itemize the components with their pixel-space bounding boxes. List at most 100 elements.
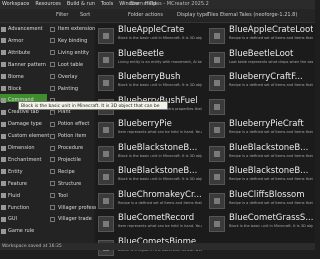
element-title: BlueberryCraftF... — [229, 72, 303, 82]
element-type-panel: Advancement Armor Attribute Banner pattern B… — [0, 23, 104, 243]
element-type-icon — [50, 26, 55, 32]
element-card[interactable] — [209, 96, 313, 118]
element-description: Living entity is an entity with movement… — [118, 59, 202, 64]
element-preview-icon — [209, 75, 225, 91]
element-type-item[interactable]: Function — [8, 204, 29, 212]
element-type-item[interactable]: Attribute — [8, 49, 30, 57]
element-type-item[interactable]: Fluid — [8, 192, 20, 200]
element-card[interactable]: BlueberryPie Item represents what can be … — [98, 119, 202, 141]
element-type-icon — [50, 74, 55, 80]
element-title: BlueBlackstoneB... — [229, 166, 309, 176]
element-type-icon — [1, 133, 6, 139]
element-type-icon — [1, 181, 6, 187]
element-description: Item represents what can be held in hand… — [118, 224, 202, 228]
element-preview-icon — [209, 145, 225, 162]
element-card[interactable]: BlueAppleCrateLoot Recipe is a defined se… — [209, 25, 313, 47]
element-preview-icon — [98, 51, 114, 68]
workspace-name: Eternal Tales (neoforge-1.21.8) — [220, 12, 298, 18]
element-type-icon — [1, 193, 6, 199]
element-type-item[interactable]: Biome — [8, 73, 24, 81]
element-type-icon — [50, 181, 55, 187]
element-description: Block is the basic unit in Minecraft. It… — [118, 177, 202, 181]
element-description: Block is the basic unit in Minecraft. It… — [118, 83, 202, 87]
element-type-item[interactable]: Key binding — [58, 37, 87, 45]
element-type-item[interactable]: Procedure — [58, 144, 83, 152]
element-type-item[interactable]: Overlay — [58, 73, 77, 81]
element-card[interactable]: BlueAppleCrate Block is the basic unit in… — [98, 25, 202, 47]
element-title: BlueCliffsBlossom — [229, 189, 305, 200]
element-type-item[interactable]: Recipe — [58, 168, 75, 176]
element-preview-icon — [98, 169, 114, 185]
element-description: Loot table represents what drops when th… — [229, 59, 313, 64]
element-card[interactable]: BlueBlackstoneB... Recipe is a defined se… — [209, 166, 313, 188]
element-type-item[interactable]: Feature — [8, 180, 27, 188]
element-type-item[interactable]: Damage type — [8, 120, 42, 128]
element-description: Block is the basic unit in Minecraft. It… — [118, 36, 202, 40]
element-card[interactable]: BlueCometRecord Item represents what can … — [98, 213, 202, 235]
element-description: Block is the basic unit in Minecraft. It… — [118, 153, 202, 158]
filter-button[interactable]: Filter — [56, 11, 68, 20]
menu-resources[interactable]: Resources — [35, 0, 61, 9]
element-type-icon — [50, 50, 55, 56]
element-type-item[interactable]: Dimension — [8, 144, 35, 152]
element-description: Recipe is a defined set of items and ite… — [229, 83, 313, 87]
element-type-item[interactable]: Painting — [58, 85, 78, 93]
element-type-item[interactable]: Entity — [8, 168, 23, 176]
element-type-item[interactable]: Game rule — [8, 227, 34, 235]
element-type-item[interactable]: Villager trade — [58, 215, 92, 223]
element-card[interactable]: BlueBlackstoneB... Block is the basic uni… — [98, 143, 202, 165]
element-type-item[interactable]: Item extension — [58, 25, 95, 33]
element-type-icon — [1, 109, 6, 115]
element-type-item[interactable]: Custom element — [8, 132, 49, 140]
element-card[interactable]: BlueCliffsBlossom Recipe is a defined set… — [209, 190, 313, 212]
menu-workspace[interactable]: Workspace — [2, 0, 29, 9]
element-type-item[interactable]: Advancement — [8, 25, 43, 33]
element-description: Recipe is a defined set of items and ite… — [229, 200, 313, 205]
element-card[interactable]: BlueCometGrassS... Block is the basic uni… — [209, 213, 313, 235]
element-card[interactable]: BlueChromakeyCr... Recipe is a defined se… — [98, 190, 202, 212]
element-type-item[interactable]: GUI — [8, 215, 17, 223]
element-card[interactable]: BlueberryPieCraft Recipe is a defined set… — [209, 119, 313, 141]
menu-tools[interactable]: Tools — [101, 0, 113, 9]
folder-actions-button[interactable]: Folder actions — [128, 11, 163, 20]
sort-button[interactable]: Sort — [80, 11, 90, 20]
element-preview-icon — [98, 28, 114, 44]
element-card[interactable]: BlueBlackstoneB... Recipe is a defined se… — [209, 143, 313, 165]
element-type-item[interactable]: Projectile — [58, 156, 81, 164]
element-type-item[interactable]: Enchantment — [8, 156, 42, 164]
block-tooltip: Block is the basic unit in Minecraft. It… — [18, 101, 168, 118]
element-type-item[interactable]: Armor — [8, 37, 23, 45]
element-card[interactable]: BlueBlackstoneB... Block is the basic uni… — [98, 166, 202, 188]
element-preview-icon — [209, 51, 225, 68]
element-type-item[interactable]: Potion effect — [58, 120, 89, 128]
tiles-button[interactable]: Tiles — [207, 11, 218, 20]
window-title: Eternal Tales - MCreator 2025.2 — [130, 1, 209, 7]
element-type-item[interactable]: Loot table — [58, 61, 83, 69]
element-type-item[interactable]: Potion item — [58, 132, 86, 140]
element-card[interactable]: BlueBeetleLoot Loot table represents what… — [209, 49, 313, 71]
element-title: BlueCometGrassS... — [229, 213, 313, 223]
element-title: BlueAppleCrate — [118, 25, 185, 35]
element-preview-icon — [209, 192, 225, 209]
element-type-icon — [1, 145, 6, 151]
display-type-button[interactable]: Display type — [177, 11, 208, 20]
menu-bar: Workspace Resources Build & run Tools Wi… — [0, 0, 315, 9]
element-card[interactable]: BlueberryCraftF... Recipe is a defined se… — [209, 72, 313, 94]
menu-build-run[interactable]: Build & run — [67, 0, 95, 9]
element-card[interactable]: BlueberryBush Block is the basic unit in … — [98, 72, 202, 94]
element-type-icon — [50, 157, 55, 163]
element-title: BlueberryPieCraft — [229, 119, 304, 129]
element-type-icon — [50, 86, 55, 91]
element-description: Recipe is a defined set of items and ite… — [229, 153, 313, 158]
element-title: BlueCometRecord — [118, 213, 195, 223]
element-type-item[interactable]: Structure — [58, 180, 81, 188]
element-card[interactable]: BlueBeetle Living entity is an entity wit… — [98, 49, 202, 71]
element-type-item[interactable]: Block — [8, 85, 22, 93]
element-type-item[interactable]: Banner pattern — [8, 61, 46, 69]
element-type-item[interactable]: Living entity — [58, 49, 89, 57]
element-preview-icon — [98, 75, 114, 91]
element-type-icon — [1, 157, 6, 163]
element-preview-icon — [209, 98, 225, 115]
element-type-item[interactable]: Tool — [58, 192, 68, 200]
element-preview-icon — [209, 122, 225, 138]
